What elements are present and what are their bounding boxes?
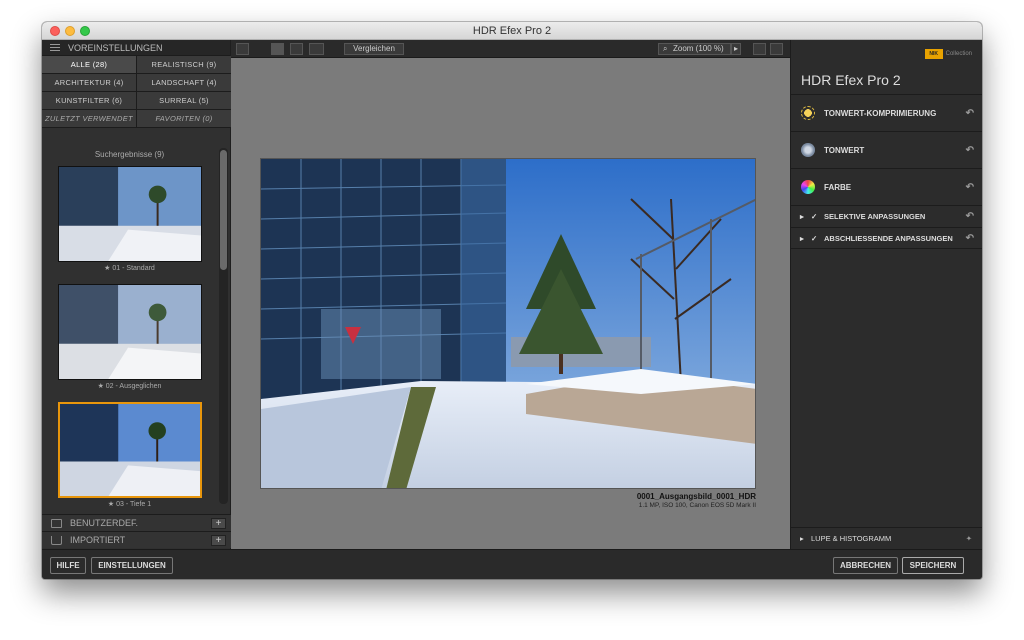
magnifier-icon: ⌕ [663,44,668,53]
imported-section[interactable]: IMPORTIERT + [42,531,231,548]
section-label: SELEKTIVE ANPASSUNGEN [824,212,926,221]
undo-icon[interactable]: ↶ [966,206,974,228]
section-label: IMPORTIERT [70,535,126,545]
enabled-checkbox[interactable]: ✓ [811,206,817,228]
preview-area: Vergleichen ⌕ Zoom (100 %) ▸ 0001_Ausgan… [231,40,790,549]
zoom-dropdown-button[interactable]: ▸ [731,43,741,55]
add-import-button[interactable]: + [211,535,226,546]
tab-all[interactable]: ALLE (28) [42,56,136,73]
tone-compression-section[interactable]: TONWERT-KOMPRIMIERUNG ↶ [791,94,982,131]
color-wheel-icon [801,180,815,194]
section-label: ABSCHLIESSENDE ANPASSUNGEN [824,234,953,243]
side-by-side-button[interactable] [309,43,324,55]
section-label: LUPE & HISTOGRAMM [811,534,892,543]
thumbnail-image [60,404,200,496]
bottom-bar: HILFE EINSTELLUNGEN ABBRECHEN SPEICHERN [42,549,982,579]
undo-icon[interactable]: ↶ [966,228,974,250]
tab-surreal[interactable]: SURREAL (5) [137,92,231,109]
preset-thumbnail-selected[interactable] [58,402,202,498]
preset-thumbnail[interactable] [58,284,202,380]
loupe-histogram-section[interactable]: ▸ LUPE & HISTOGRAMM ✦ [791,527,982,549]
product-version: 2 [892,72,901,88]
preset-label: ★ 02 - Ausgeglichen [97,383,162,390]
section-label: BENUTZERDEF. [70,518,139,528]
custom-presets-section[interactable]: BENUTZERDEF. + [42,514,231,531]
title-bar: HDR Efex Pro 2 [42,22,982,40]
product-title: HDR Efex Pro 2 [801,72,901,88]
presets-header[interactable]: VOREINSTELLUNGEN [42,40,230,56]
close-window-button[interactable] [50,26,60,36]
tab-favorites[interactable]: FAVORITEN (0) [137,110,231,127]
background-toggle-button[interactable] [770,43,783,55]
preset-category-tabs: ALLE (28) REALISTISCH (9) ARCHITEKTUR (4… [42,56,231,128]
search-results: Suchergebnisse (9) ★ 01 - Standard ★ 02 … [42,146,231,508]
tab-recent[interactable]: ZULETZT VERWENDET [42,110,136,127]
expand-arrow-icon: ▸ [800,212,804,221]
tab-architecture[interactable]: ARCHITEKTUR (4) [42,74,136,91]
add-custom-button[interactable]: + [211,518,226,529]
undo-icon[interactable]: ↶ [966,108,974,119]
app-window: HDR Efex Pro 2 VOREINSTELLUNGEN ALLE (28… [42,22,982,579]
nik-brand: NIK [924,49,943,59]
zoom-button[interactable]: ⌕ Zoom (100 %) [658,43,731,55]
cancel-button[interactable]: ABBRECHEN [833,557,898,574]
selective-adjustments-section[interactable]: ▸ ✓ SELEKTIVE ANPASSUNGEN ↶ [791,205,982,227]
toggle-panel-button[interactable] [236,43,249,55]
section-label: TONWERT [824,146,865,155]
section-label: FARBE [824,183,852,192]
presets-scrollbar[interactable] [219,148,228,504]
presets-header-label: VOREINSTELLUNGEN [68,42,163,53]
save-button[interactable]: SPEICHERN [902,557,964,574]
loupe-toggle-button[interactable] [753,43,766,55]
color-section[interactable]: FARBE ↶ [791,168,982,205]
section-label: TONWERT-KOMPRIMIERUNG [824,109,937,118]
thumbnail-image [59,167,201,261]
single-view-button[interactable] [271,43,284,55]
view-toolbar: Vergleichen ⌕ Zoom (100 %) ▸ [231,40,790,58]
adjustments-panel: NIK Collection HDR Efex Pro 2 TONWERT-KOM… [790,40,982,549]
image-filename: 0001_Ausgangsbild_0001_HDR [636,492,756,501]
sun-icon [801,106,815,120]
tonality-icon [801,143,815,157]
finishing-adjustments-section[interactable]: ▸ ✓ ABSCHLIESSENDE ANPASSUNGEN ↶ [791,227,982,249]
zoom-label: Zoom (100 %) [673,44,724,53]
window-title: HDR Efex Pro 2 [472,25,552,37]
scrollbar-thumb[interactable] [220,150,227,270]
collection-label: Collection [945,51,972,57]
expand-arrow-icon: ▸ [800,234,804,243]
split-view-button[interactable] [290,43,303,55]
tab-landscape[interactable]: LANDSCHAFT (4) [137,74,231,91]
preset-label: ★ 01 - Standard [104,265,155,272]
nik-logo: NIK Collection [924,49,972,59]
enabled-checkbox[interactable]: ✓ [811,228,817,250]
tab-realistic[interactable]: REALISTISCH (9) [137,56,231,73]
tab-artistic[interactable]: KUNSTFILTER (6) [42,92,136,109]
settings-button[interactable]: EINSTELLUNGEN [91,557,173,574]
results-title: Suchergebnisse (9) [94,150,165,159]
hdr-photo [261,159,755,488]
expand-arrow-icon: ▸ [800,534,804,543]
folder-icon [51,519,62,528]
preset-label: ★ 03 - Tiefe 1 [107,501,152,508]
maximize-window-button[interactable] [80,26,90,36]
compare-button[interactable]: Vergleichen [344,43,404,55]
tonality-section[interactable]: TONWERT ↶ [791,131,982,168]
preset-thumbnail[interactable] [58,166,202,262]
menu-icon [50,44,60,51]
pin-icon[interactable]: ✦ [966,528,972,550]
help-button[interactable]: HILFE [50,557,86,574]
undo-icon[interactable]: ↶ [966,145,974,156]
preview-image[interactable] [260,158,756,489]
undo-icon[interactable]: ↶ [966,182,974,193]
import-icon [51,536,62,545]
minimize-window-button[interactable] [65,26,75,36]
image-metadata: 1.1 MP, ISO 100, Canon EOS 5D Mark II [638,502,756,509]
product-name: HDR Efex Pro [801,72,889,88]
presets-panel: VOREINSTELLUNGEN ALLE (28) REALISTISCH (… [42,40,231,549]
thumbnail-image [59,285,201,379]
